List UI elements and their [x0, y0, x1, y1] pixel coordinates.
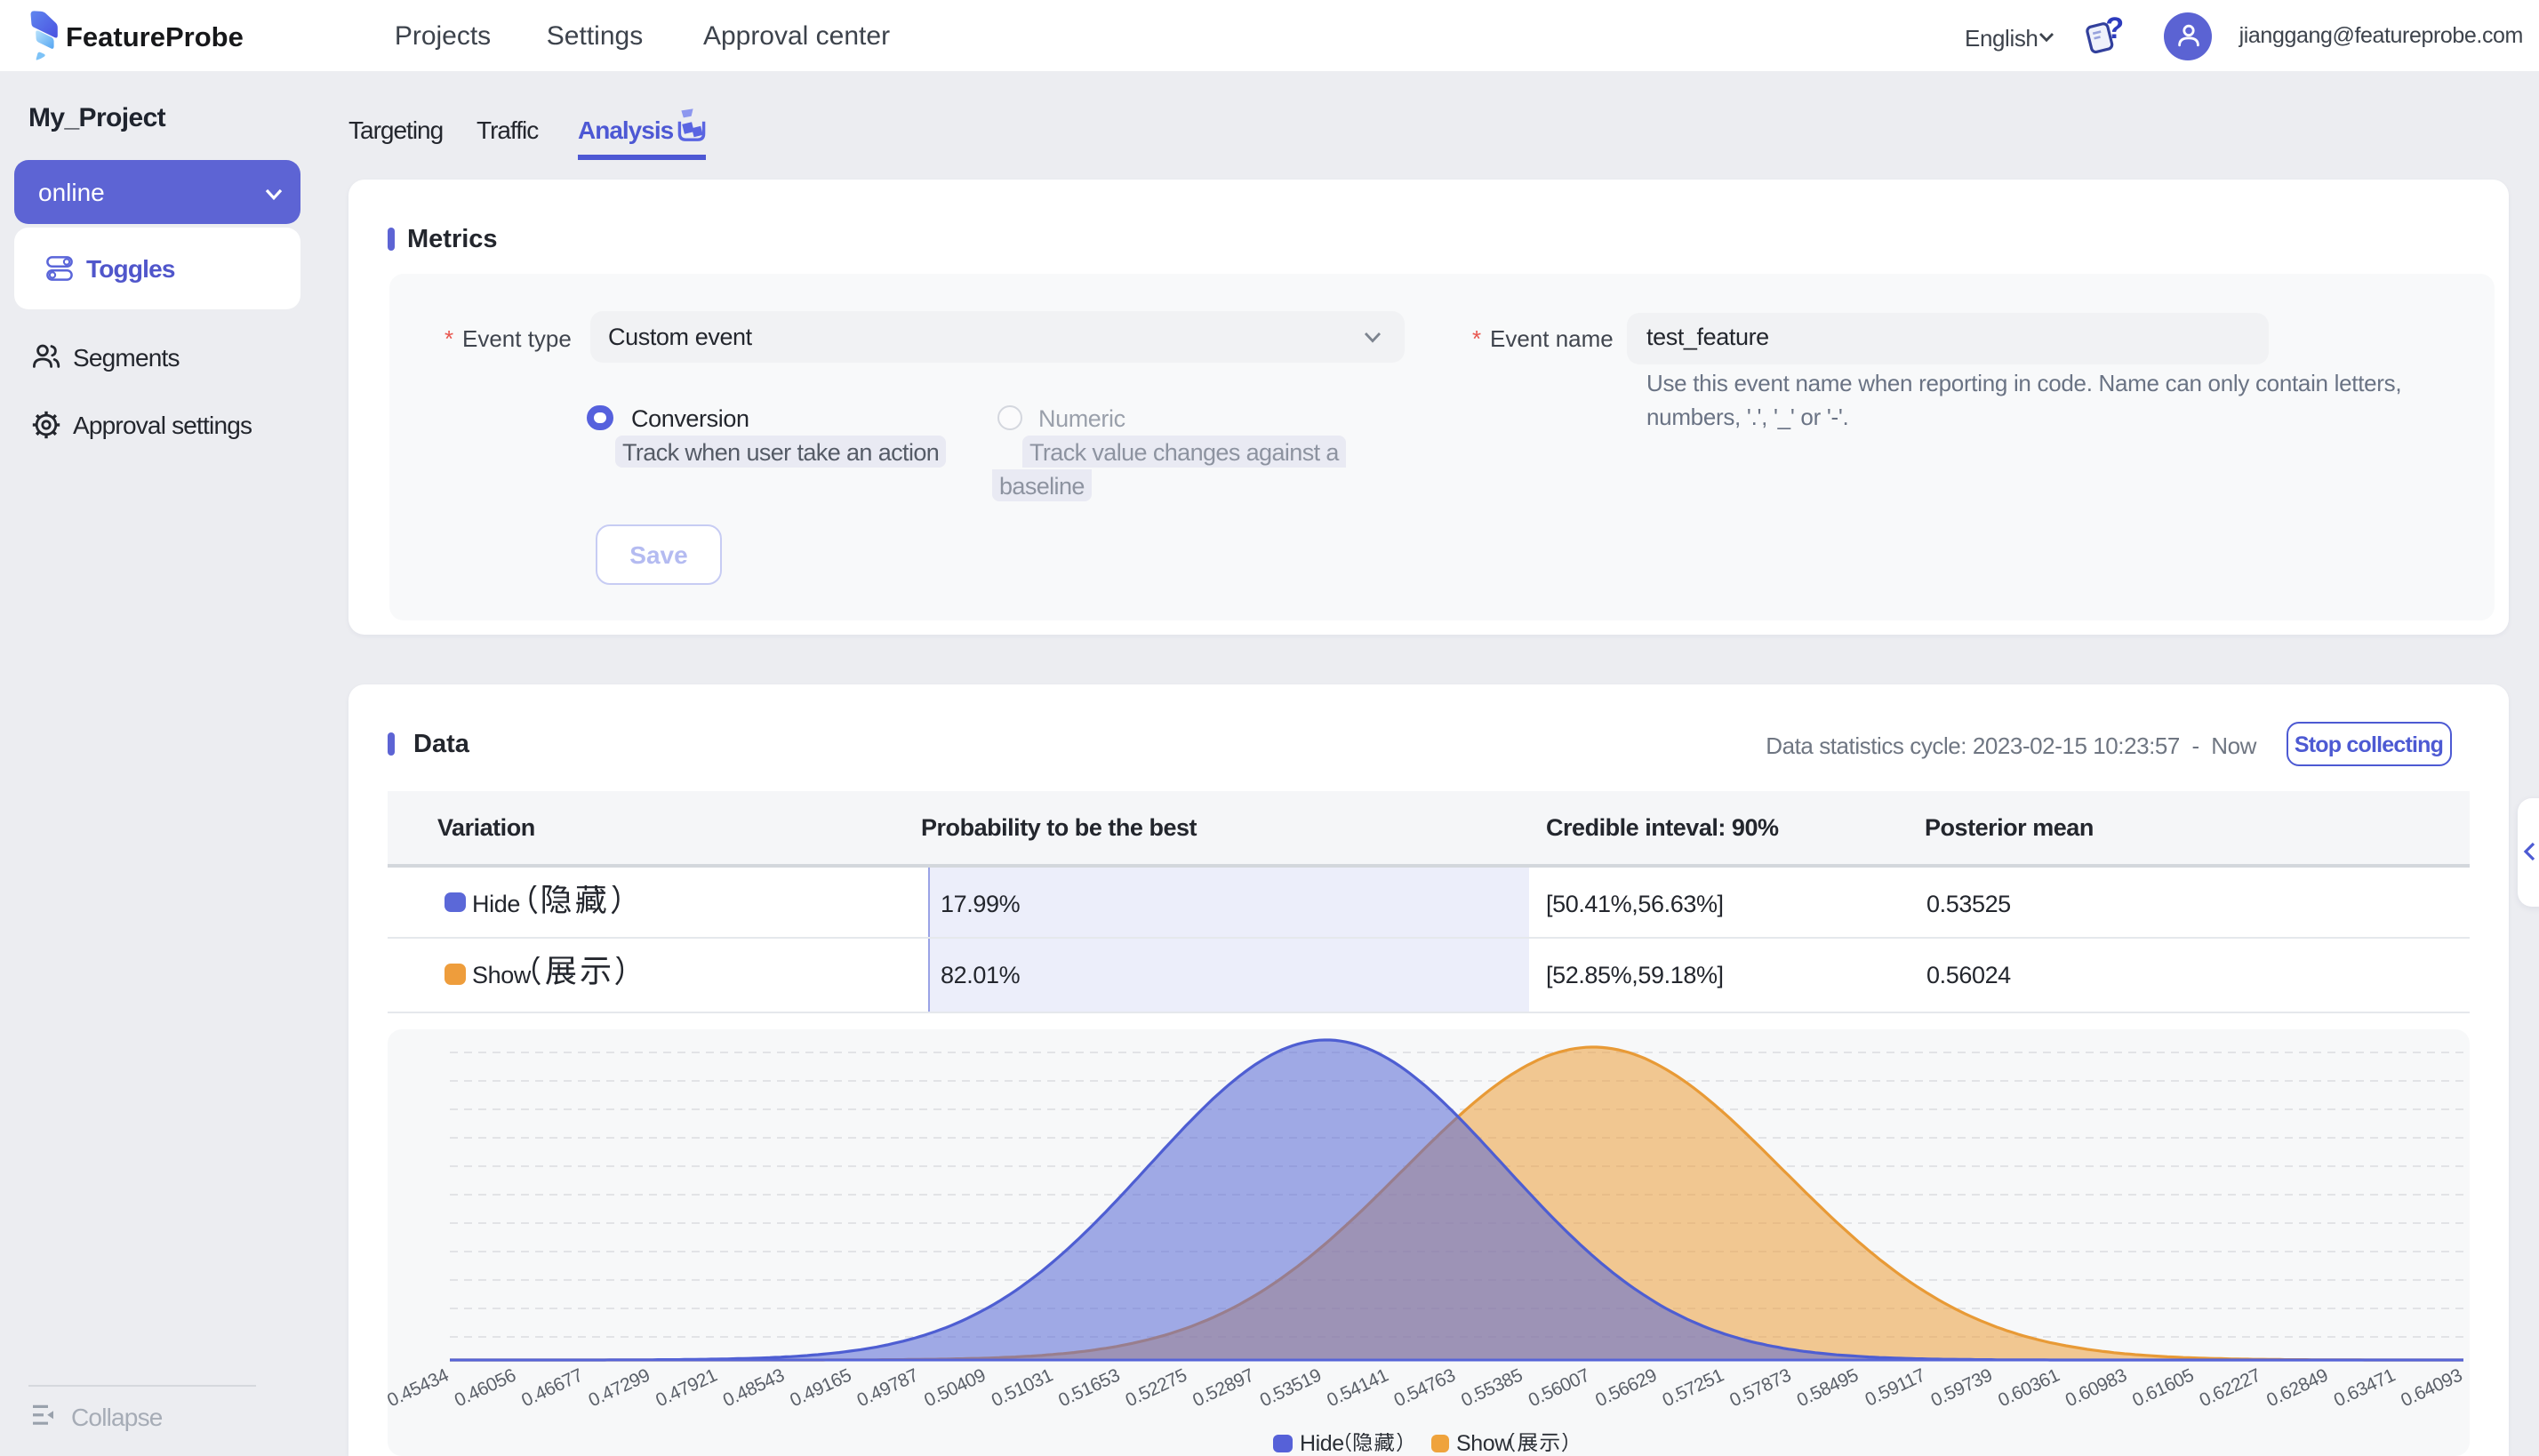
svg-text:0.46056: 0.46056: [452, 1365, 519, 1412]
svg-text:0.49165: 0.49165: [787, 1365, 854, 1412]
svg-text:0.47921: 0.47921: [653, 1365, 720, 1412]
svg-text:0.50409: 0.50409: [921, 1365, 989, 1412]
svg-text:0.58495: 0.58495: [1794, 1365, 1862, 1412]
svg-text:0.46677: 0.46677: [518, 1365, 586, 1412]
svg-text:0.47299: 0.47299: [586, 1365, 653, 1412]
svg-text:0.45434: 0.45434: [384, 1364, 453, 1411]
svg-text:0.51031: 0.51031: [989, 1365, 1056, 1412]
svg-text:0.52897: 0.52897: [1189, 1365, 1257, 1412]
svg-text:0.57251: 0.57251: [1660, 1365, 1727, 1412]
svg-text:0.55385: 0.55385: [1458, 1365, 1526, 1412]
svg-text:0.51653: 0.51653: [1055, 1365, 1123, 1412]
svg-text:0.56629: 0.56629: [1592, 1365, 1660, 1412]
svg-text:0.57873: 0.57873: [1726, 1365, 1794, 1412]
svg-text:0.48543: 0.48543: [720, 1365, 788, 1412]
svg-text:0.60361: 0.60361: [1995, 1365, 2062, 1412]
svg-text:0.52275: 0.52275: [1123, 1365, 1190, 1412]
svg-text:0.49787: 0.49787: [854, 1365, 922, 1412]
svg-text:0.62227: 0.62227: [2197, 1365, 2264, 1412]
svg-text:0.59739: 0.59739: [1928, 1365, 1996, 1412]
svg-text:0.54141: 0.54141: [1324, 1365, 1391, 1412]
svg-text:0.62849: 0.62849: [2263, 1365, 2331, 1412]
svg-text:0.60983: 0.60983: [2062, 1365, 2130, 1412]
svg-text:0.54763: 0.54763: [1391, 1365, 1459, 1412]
svg-text:0.59117: 0.59117: [1862, 1365, 1929, 1411]
svg-text:0.63471: 0.63471: [2331, 1365, 2399, 1412]
svg-text:0.53519: 0.53519: [1257, 1365, 1325, 1412]
svg-text:0.61605: 0.61605: [2129, 1365, 2197, 1412]
svg-text:0.64093: 0.64093: [2398, 1365, 2465, 1412]
svg-text:0.56007: 0.56007: [1526, 1365, 1593, 1412]
